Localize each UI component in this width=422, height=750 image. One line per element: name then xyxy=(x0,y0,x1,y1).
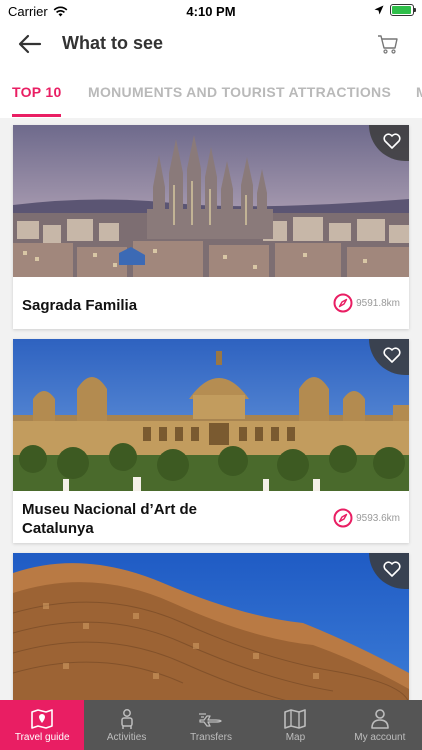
nav-header: What to see xyxy=(0,22,422,66)
screen: Carrier 4:10 PM What to see TOP 10 MONUM… xyxy=(0,0,422,750)
tab-transfers[interactable]: Transfers xyxy=(169,700,253,750)
back-button[interactable] xyxy=(14,28,46,60)
attraction-card[interactable]: Museu Nacional d’Art de Catalunya 9593.6… xyxy=(13,339,409,543)
compass-icon xyxy=(333,508,353,528)
battery-icon xyxy=(390,4,416,16)
compass-icon xyxy=(333,293,353,313)
tab-map[interactable]: Map xyxy=(253,700,337,750)
cart-icon xyxy=(378,35,398,54)
bottom-tab-bar: Travel guide Activities Transfers Map My… xyxy=(0,700,422,750)
heart-icon xyxy=(383,133,401,149)
cart-button[interactable] xyxy=(372,28,404,60)
clock: 4:10 PM xyxy=(186,4,236,19)
tab-top-10[interactable]: TOP 10 xyxy=(12,84,62,100)
attraction-card[interactable] xyxy=(13,553,409,713)
distance-value: 9593.6km xyxy=(356,512,400,524)
heart-icon xyxy=(383,347,401,363)
distance-info: 9593.6km xyxy=(333,508,400,528)
tab-label: Transfers xyxy=(190,732,232,743)
battery-level xyxy=(392,6,411,14)
tab-my-account[interactable]: My account xyxy=(338,700,422,750)
tab-travel-guide[interactable]: Travel guide xyxy=(0,700,85,750)
category-tabs: TOP 10 MONUMENTS AND TOURIST ATTRACTIONS… xyxy=(0,66,422,118)
attraction-photo xyxy=(13,125,409,277)
map-book-icon xyxy=(31,709,54,729)
attraction-photo xyxy=(13,339,409,491)
distance-info: 9591.8km xyxy=(333,293,400,313)
plane-icon xyxy=(199,713,222,727)
attraction-card[interactable]: Sagrada Familia 9591.8km xyxy=(13,125,409,329)
arrow-left-icon xyxy=(18,34,42,54)
tab-activities[interactable]: Activities xyxy=(84,700,168,750)
tab-next-category[interactable]: M xyxy=(416,84,422,100)
attraction-name: Museu Nacional d’Art de Catalunya xyxy=(22,501,198,537)
location-arrow-icon xyxy=(374,5,384,15)
distance-value: 9591.8km xyxy=(356,297,400,309)
tab-monuments[interactable]: MONUMENTS AND TOURIST ATTRACTIONS xyxy=(88,84,391,100)
tab-label: Activities xyxy=(106,732,147,743)
user-icon xyxy=(371,709,389,729)
attraction-photo xyxy=(13,553,409,713)
active-tab-indicator xyxy=(12,114,61,117)
page-title: What to see xyxy=(62,33,164,53)
tab-label: My account xyxy=(354,732,406,743)
attraction-name: Sagrada Familia xyxy=(22,297,138,314)
heart-icon xyxy=(383,561,401,577)
tab-label: Travel guide xyxy=(14,732,70,743)
person-icon xyxy=(120,709,133,729)
map-icon xyxy=(284,709,307,729)
tab-label: Map xyxy=(285,732,306,743)
status-bar: Carrier 4:10 PM xyxy=(0,0,422,22)
